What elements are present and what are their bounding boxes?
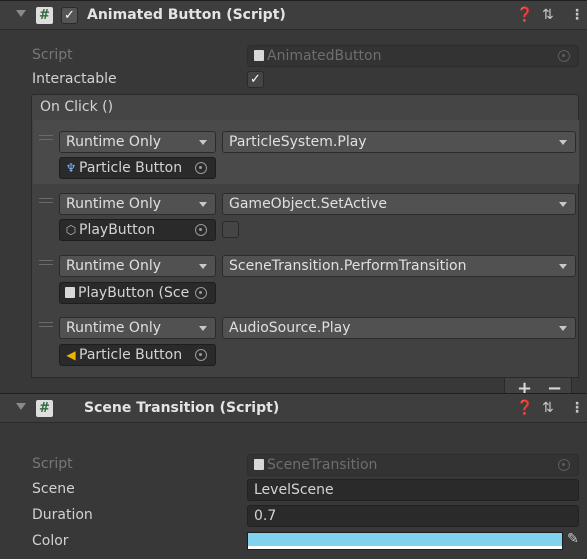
chevron-down-icon [559, 202, 567, 207]
scene-transition-header[interactable]: # Scene Transition (Script) ❓ ⇅ ⋮ [0, 393, 587, 423]
scene-label: Scene [32, 481, 75, 497]
chevron-down-icon [559, 140, 567, 145]
color-swatch-field[interactable] [247, 532, 563, 550]
component-enabled-checkbox[interactable]: ✓ [61, 7, 78, 24]
drag-handle-icon[interactable] [39, 198, 53, 203]
script-icon [65, 287, 75, 298]
script-asset-icon [254, 50, 264, 61]
object-picker-icon[interactable] [195, 162, 207, 174]
audio-source-icon: ◀ [66, 348, 76, 362]
script-value: AnimatedButton [267, 48, 382, 64]
function-label: SceneTransition.PerformTransition [229, 258, 467, 274]
object-picker-icon [558, 50, 570, 62]
context-menu-icon[interactable]: ⋮ [570, 7, 584, 23]
function-label: ParticleSystem.Play [229, 134, 367, 150]
gameobject-cube-icon: ⬡ [65, 223, 77, 237]
drag-handle-icon[interactable] [39, 260, 53, 265]
function-dropdown[interactable]: GameObject.SetActive [222, 193, 576, 215]
script-label: Script [32, 456, 73, 472]
chevron-down-icon [199, 326, 207, 331]
target-object-name: Particle Button [79, 160, 183, 176]
scene-input[interactable]: LevelScene [247, 479, 579, 501]
target-object-field[interactable]: ◀ Particle Button [59, 344, 216, 366]
help-icon[interactable]: ❓ [516, 7, 533, 23]
duration-input[interactable]: 0.7 [247, 505, 579, 527]
help-icon[interactable]: ❓ [516, 400, 533, 416]
runtime-mode-dropdown[interactable]: Runtime Only [59, 193, 216, 215]
chevron-down-icon [559, 326, 567, 331]
alpha-bar [248, 546, 562, 549]
runtime-mode-label: Runtime Only [66, 258, 161, 274]
context-menu-icon[interactable]: ⋮ [570, 400, 584, 416]
target-object-name: Particle Button [79, 347, 183, 363]
target-object-field[interactable]: PlayButton (Sce [59, 282, 216, 304]
object-picker-icon[interactable] [195, 287, 207, 299]
function-label: AudioSource.Play [229, 320, 351, 336]
runtime-mode-label: Runtime Only [66, 196, 161, 212]
script-field: SceneTransition [247, 454, 579, 476]
runtime-mode-dropdown[interactable]: Runtime Only [59, 255, 216, 277]
eyedropper-icon[interactable]: ✎ [567, 531, 579, 547]
presets-icon[interactable]: ⇅ [542, 400, 554, 416]
target-object-field[interactable]: ♆ Particle Button [59, 157, 216, 179]
presets-icon[interactable]: ⇅ [542, 7, 554, 23]
chevron-down-icon [199, 140, 207, 145]
function-dropdown[interactable]: ParticleSystem.Play [222, 131, 576, 153]
drag-handle-icon[interactable] [39, 135, 53, 140]
script-asset-icon [254, 459, 264, 470]
csharp-script-icon: # [36, 7, 53, 24]
runtime-mode-label: Runtime Only [66, 134, 161, 150]
function-label: GameObject.SetActive [229, 196, 388, 212]
on-click-list: Runtime Only ParticleSystem.Play ♆ Partic… [31, 120, 579, 378]
chevron-down-icon [559, 264, 567, 269]
object-picker-icon[interactable] [195, 224, 207, 236]
duration-label: Duration [32, 507, 93, 523]
csharp-script-icon: # [36, 400, 53, 417]
drag-handle-icon[interactable] [39, 322, 53, 327]
foldout-arrow-icon[interactable] [16, 403, 26, 410]
color-label: Color [32, 533, 69, 549]
chevron-down-icon [199, 202, 207, 207]
target-object-name: PlayButton (Sce [78, 285, 190, 301]
set-active-argument-checkbox[interactable] [222, 221, 239, 238]
chevron-down-icon [199, 264, 207, 269]
target-object-field[interactable]: ⬡ PlayButton [59, 219, 216, 241]
runtime-mode-label: Runtime Only [66, 320, 161, 336]
target-object-name: PlayButton [79, 222, 156, 238]
runtime-mode-dropdown[interactable]: Runtime Only [59, 317, 216, 339]
foldout-arrow-icon[interactable] [16, 10, 26, 17]
script-value: SceneTransition [267, 457, 378, 473]
animated-button-header[interactable]: # ✓ Animated Button (Script) ❓ ⇅ ⋮ [0, 0, 587, 30]
function-dropdown[interactable]: AudioSource.Play [222, 317, 576, 339]
script-label: Script [32, 47, 73, 63]
component-title: Scene Transition (Script) [84, 400, 280, 416]
on-click-header: On Click () [31, 94, 579, 121]
object-picker-icon [558, 459, 570, 471]
interactable-checkbox[interactable]: ✓ [247, 71, 264, 88]
function-dropdown[interactable]: SceneTransition.PerformTransition [222, 255, 576, 277]
particle-system-icon: ♆ [65, 161, 77, 175]
runtime-mode-dropdown[interactable]: Runtime Only [59, 131, 216, 153]
script-field: AnimatedButton [247, 45, 579, 67]
interactable-label: Interactable [32, 71, 117, 87]
component-title: Animated Button (Script) [87, 7, 286, 23]
object-picker-icon[interactable] [195, 349, 207, 361]
